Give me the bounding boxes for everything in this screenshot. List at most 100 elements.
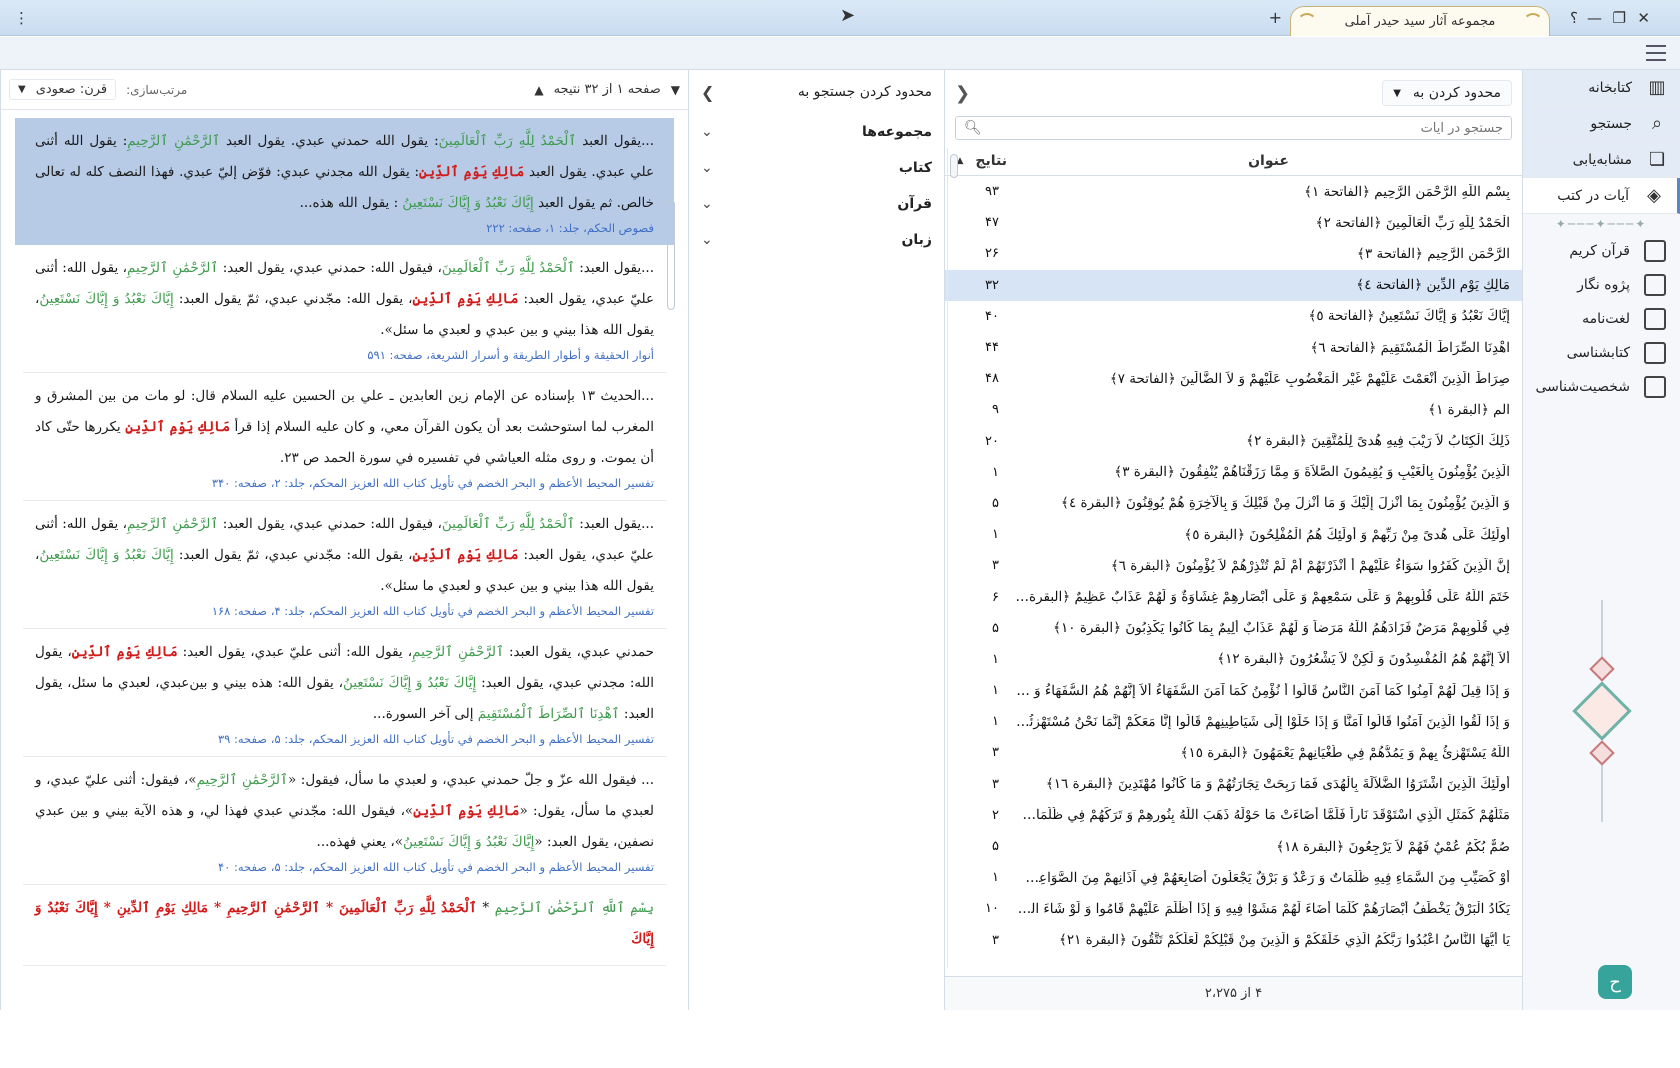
- result-item[interactable]: بِسْمِ ٱللَّهِ ٱلرَّحْمَٰنِ ٱلرَّحِيمِ *…: [23, 885, 666, 966]
- verse-title: إِنَّ الَّذِينَ كَفَرُوا سَوَاءٌ عَلَيْه…: [1110, 557, 1510, 574]
- verse-title: وَ الَّذِينَ يُؤْمِنُونَ بِمَا أُنْزِلَ …: [1061, 495, 1510, 512]
- verse-row[interactable]: بِسْمِ اللَّهِ الرَّحْمَنِ الرَّحِيمِ ﴿ا…: [945, 176, 1522, 207]
- sidebar-item[interactable]: ▥ کتابخانه: [1523, 70, 1680, 106]
- result-source-link[interactable]: أنوار الحقيقة و أطوار الطريقة و أسرار ال…: [35, 348, 654, 362]
- sidebar-item-label: مشابه‌یابی: [1572, 151, 1632, 168]
- verse-row[interactable]: خَتَمَ اللَّهُ عَلَى قُلُوبِهِمْ وَ عَلَ…: [945, 581, 1522, 612]
- text-fragment: إلى آخر السورة...: [372, 706, 478, 722]
- collapse-panel-icon[interactable]: ❮: [955, 83, 970, 104]
- chevron-right-icon[interactable]: ❯: [701, 83, 714, 102]
- verses-table-header: عنوان نتایج ▲: [945, 146, 1522, 176]
- sidebar-item[interactable]: ◈ آیات در کتب: [1523, 178, 1680, 214]
- filter-panel: محدود کردن جستجو به ❯ مجموعه‌ها ⌄ کتاب ⌄ قرآ…: [688, 70, 944, 1010]
- close-button[interactable]: ✕: [1637, 8, 1650, 28]
- verse-row[interactable]: وَ إِذَا قِيلَ لَهُمْ آمِنُوا كَمَا آمَن…: [945, 675, 1522, 706]
- verse-row[interactable]: وَ الَّذِينَ يُؤْمِنُونَ بِمَا أُنْزِلَ …: [945, 488, 1522, 519]
- result-source-link[interactable]: فصوص الحكم، جلد: ۱، صفحه: ۲۲۲: [35, 221, 654, 235]
- verse-row[interactable]: الَّذِينَ يُؤْمِنُونَ بِالْغَيْبِ وَ يُق…: [945, 457, 1522, 488]
- filter-item-label: زبان: [901, 232, 932, 248]
- verse-title: إِيَّاكَ نَعْبُدُ وَ إِيَّاكَ نَسْتَعِين…: [1308, 308, 1510, 325]
- text-fragment: *: [476, 900, 495, 916]
- sidebar-item[interactable]: ❏ مشابه‌یابی: [1523, 142, 1680, 178]
- verse-title: صُمٌّ بُكْمٌ عُمْيٌ فَهُمْ لاَ يَرْجِعُو…: [1276, 838, 1510, 855]
- result-item[interactable]: ...يقول العبد ٱلْحَمْدُ لِلَّهِ رَبِّ ٱل…: [15, 118, 674, 245]
- quoted-verse: ٱلرَّحْمَٰنِ ٱلرَّحِيمِ: [127, 516, 219, 532]
- sidebar-item[interactable]: ⌕ جستجو: [1523, 106, 1680, 142]
- result-source-link[interactable]: تفسير المحيط الأعظم و البحر الخضم في تأو…: [35, 732, 654, 746]
- sort-select[interactable]: قرن: صعودی ▼: [9, 79, 117, 100]
- filter-item[interactable]: مجموعه‌ها ⌄: [689, 114, 944, 150]
- minimize-button[interactable]: —: [1587, 8, 1602, 28]
- filter-item[interactable]: کتاب ⌄: [689, 150, 944, 186]
- sort-label: مرتب‌سازی:: [126, 82, 188, 97]
- highlighted-verse: مَالِكِ يَوْمِ ٱلدِّينِ: [412, 291, 519, 307]
- result-text: حمدني عبدي، يقول العبد: ٱلرَّحْمَٰنِ ٱلر…: [35, 637, 654, 730]
- verse-search-input[interactable]: [981, 120, 1503, 136]
- verse-row[interactable]: الَّذِي جَعَلَ لَكُمُ الْأَرْضَ فِرَاشاً…: [945, 956, 1522, 962]
- verse-row[interactable]: أَلاَ إِنَّهُمْ هُمُ الْمُفْسِدُونَ وَ ل…: [945, 644, 1522, 675]
- verse-row[interactable]: يَكَادُ الْبَرْقُ يَخْطَفُ أَبْصَارَهُمْ…: [945, 893, 1522, 924]
- chevron-down-icon: ▼: [18, 84, 26, 95]
- verse-row[interactable]: مَثَلُهُمْ كَمَثَلِ الَّذِي اسْتَوْقَدَ …: [945, 800, 1522, 831]
- app-logo-icon: ح: [1598, 965, 1632, 999]
- verse-title: ذَلِكَ الْكِتَابُ لاَ رَيْبَ فِيهِ هُدىً…: [1246, 433, 1510, 450]
- result-text: بِسْمِ ٱللَّهِ ٱلرَّحْمَٰنِ ٱلرَّحِيمِ *…: [35, 893, 654, 955]
- verse-row[interactable]: الرَّحْمَنِ الرَّحِيمِ ﴿الفاتحة ٣﴾ ۲۶: [945, 238, 1522, 269]
- verse-row[interactable]: إِيَّاكَ نَعْبُدُ وَ إِيَّاكَ نَسْتَعِين…: [945, 301, 1522, 332]
- verse-title: يَكَادُ الْبَرْقُ يَخْطَفُ أَبْصَارَهُمْ…: [1015, 900, 1510, 917]
- window-menu-icon[interactable]: ⋮: [14, 8, 29, 28]
- app-tab[interactable]: مجموعه آثار سید حیدر آملی: [1290, 6, 1550, 36]
- verses-scrollbar[interactable]: [947, 148, 959, 968]
- result-item[interactable]: ...يقول العبد: ٱلْحَمْدُ لِلَّهِ رَبِّ ٱ…: [23, 501, 666, 629]
- filter-item[interactable]: زبان ⌄: [689, 222, 944, 258]
- result-source-link[interactable]: تفسير المحيط الأعظم و البحر الخضم في تأو…: [35, 604, 654, 618]
- verse-row[interactable]: اهْدِنَا الصِّرَاطَ الْمُسْتَقِيمَ ﴿الفا…: [945, 332, 1522, 363]
- hamburger-menu-icon[interactable]: [1646, 45, 1666, 61]
- verse-row[interactable]: الم ﴿البقرة ١﴾ ۹: [945, 394, 1522, 425]
- results-scrollbar[interactable]: [665, 188, 679, 1068]
- verse-row[interactable]: أَوْ كَصَيِّبٍ مِنَ السَّمَاءِ فِيهِ ظُل…: [945, 862, 1522, 893]
- collapse-results-icon[interactable]: ▼: [671, 83, 680, 97]
- sidebar-link[interactable]: شخصیت‌شناسی: [1523, 370, 1680, 404]
- maximize-button[interactable]: ❐: [1613, 8, 1626, 28]
- verse-search-box[interactable]: 🔍︎: [955, 116, 1512, 140]
- text-fragment: ، فيقول الله: حمدني عبدي، يقول العبد:: [218, 516, 442, 532]
- verses-count-footer: ۴ از ۲،۲۷۵: [945, 976, 1522, 1010]
- verse-row[interactable]: ذَلِكَ الْكِتَابُ لاَ رَيْبَ فِيهِ هُدىً…: [945, 426, 1522, 457]
- verse-row[interactable]: إِنَّ الَّذِينَ كَفَرُوا سَوَاءٌ عَلَيْه…: [945, 550, 1522, 581]
- verse-row[interactable]: صُمٌّ بُكْمٌ عُمْيٌ فَهُمْ لاَ يَرْجِعُو…: [945, 831, 1522, 862]
- result-source-link[interactable]: تفسير المحيط الأعظم و البحر الخضم في تأو…: [35, 860, 654, 874]
- results-list: ...يقول العبد ٱلْحَمْدُ لِلَّهِ رَبِّ ٱل…: [15, 118, 674, 1010]
- verse-row[interactable]: فِي قُلُوبِهِمْ مَرَضٌ فَزَادَهُمُ اللَّ…: [945, 613, 1522, 644]
- verse-row[interactable]: أُولَئِكَ عَلَى هُدىً مِنْ رَبِّهِمْ وَ …: [945, 519, 1522, 550]
- verse-title: يَا أَيُّهَا النَّاسُ اعْبُدُوا رَبَّكُم…: [1058, 932, 1510, 949]
- sidebar-link[interactable]: پژوه نگار: [1523, 268, 1680, 302]
- sidebar-link[interactable]: لغت‌نامه: [1523, 302, 1680, 336]
- page-prev-icon[interactable]: ▲: [534, 83, 543, 97]
- result-item[interactable]: ... فيقول الله عزّ و جلّ حمدني عبدي، و ل…: [23, 757, 666, 885]
- verse-row[interactable]: صِرَاطَ الَّذِينَ أَنْعَمْتَ عَلَيْهِمْ …: [945, 363, 1522, 394]
- quoted-verse: ٱلْحَمْدُ لِلَّهِ رَبِّ ٱلْعَالَمِينَ: [438, 133, 577, 149]
- verse-row[interactable]: أُولَئِكَ الَّذِينَ اشْتَرَوُا الضَّلاَل…: [945, 769, 1522, 800]
- verse-row[interactable]: الْحَمْدُ لِلَّهِ رَبِّ الْعَالَمِينَ ﴿ا…: [945, 207, 1522, 238]
- limit-to-dropdown[interactable]: محدود کردن به ▼: [1382, 80, 1512, 106]
- verse-row[interactable]: مَالِكِ يَوْمِ الدِّينِ ﴿الفاتحة ٤﴾ ۳۲: [945, 269, 1522, 301]
- result-item[interactable]: حمدني عبدي، يقول العبد: ٱلرَّحْمَٰنِ ٱلر…: [23, 629, 666, 757]
- verse-row[interactable]: اللَّهُ يَسْتَهْزِئُ بِهِمْ وَ يَمُدُّهُ…: [945, 737, 1522, 768]
- quoted-verse: إِيَّاكَ نَعْبُدُ وَ إِيَّاكَ نَسْتَعِين…: [39, 547, 174, 563]
- result-item[interactable]: ...يقول العبد: ٱلْحَمْدُ لِلَّهِ رَبِّ ٱ…: [23, 245, 666, 373]
- verse-title: وَ إِذَا قِيلَ لَهُمْ آمِنُوا كَمَا آمَن…: [1015, 682, 1510, 699]
- result-item[interactable]: ...الحديث ١٣ بإسناده عن الإمام زين العاب…: [23, 373, 666, 501]
- verse-row[interactable]: وَ إِذَا لَقُوا الَّذِينَ آمَنُوا قَالُو…: [945, 706, 1522, 737]
- column-header-title[interactable]: عنوان: [1015, 153, 1522, 169]
- help-button[interactable]: ؟: [1570, 8, 1578, 28]
- sidebar-link[interactable]: قرآن کریم: [1523, 234, 1680, 268]
- result-source-link[interactable]: تفسير المحيط الأعظم و البحر الخضم في تأو…: [35, 476, 654, 490]
- decorative-ornament: [1562, 600, 1642, 830]
- column-header-results-label: نتایج: [975, 152, 1007, 169]
- add-tab-button[interactable]: +: [1269, 8, 1282, 28]
- sidebar-link[interactable]: کتابشناسی: [1523, 336, 1680, 370]
- filter-item[interactable]: قرآن ⌄: [689, 186, 944, 222]
- verse-row[interactable]: يَا أَيُّهَا النَّاسُ اعْبُدُوا رَبَّكُم…: [945, 925, 1522, 956]
- filter-title: محدود کردن جستجو به: [797, 84, 932, 100]
